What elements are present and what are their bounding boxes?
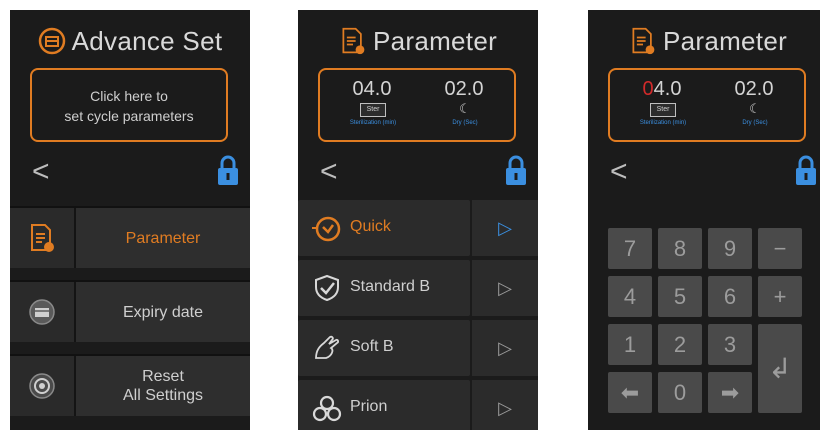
- cycle-arrow-standard-b[interactable]: ▷: [472, 260, 538, 316]
- screen-header: Parameter: [588, 10, 820, 72]
- dry-label: Dry (Sec): [742, 120, 768, 126]
- key-enter[interactable]: ↲: [758, 324, 802, 413]
- editing-digit: 0: [642, 78, 654, 100]
- reset-label-line-2: All Settings: [122, 387, 204, 404]
- key-3[interactable]: 3: [708, 324, 752, 365]
- cycle-label: Soft B: [350, 338, 394, 355]
- cycle-row-standard-b[interactable]: Standard B ▷: [298, 260, 538, 318]
- key-4[interactable]: 4: [608, 276, 652, 317]
- page-title: Parameter: [662, 25, 788, 56]
- sterilization-label: Sterilization (min): [639, 120, 687, 126]
- cycle-button-standard-b[interactable]: Standard B: [298, 260, 470, 316]
- sterilization-value[interactable]: 04.0: [332, 78, 412, 101]
- cycle-row-soft-b[interactable]: Soft B ▷: [298, 320, 538, 378]
- parameter-keypad-screen: Parameter 04.0 02.0 Ster ☾ Sterilization…: [588, 10, 820, 430]
- menu-label: Parameter: [76, 208, 250, 268]
- quick-icon: [312, 216, 341, 242]
- menu-icon-cell: [10, 208, 76, 268]
- sterilization-label: Sterilization (min): [349, 120, 397, 126]
- reset-label-line-1: Reset: [142, 368, 184, 385]
- menu-icon-cell: [10, 356, 76, 416]
- key-right-arrow[interactable]: ➡: [708, 372, 752, 413]
- key-minus[interactable]: −: [758, 228, 802, 269]
- key-2[interactable]: 2: [658, 324, 702, 365]
- dry-label: Dry (Sec): [452, 120, 478, 126]
- cycle-label: Quick: [350, 218, 391, 235]
- menu-item-parameter[interactable]: Parameter: [10, 206, 250, 268]
- screen-header: Parameter: [298, 10, 538, 72]
- cycle-row-quick[interactable]: Quick ▷: [298, 200, 538, 258]
- value-rest: 4.0: [653, 78, 682, 100]
- screen-header: Advance Set: [10, 10, 250, 72]
- parameter-screen: Parameter 04.0 02.0 Ster ☾ Sterilization…: [298, 10, 538, 430]
- advance-set-screen: Advance Set Click here to set cycle para…: [10, 10, 250, 430]
- cycle-parameters-button[interactable]: Click here to set cycle parameters: [30, 68, 228, 142]
- cycle-arrow-prion[interactable]: ▷: [472, 380, 538, 430]
- advance-settings-icon: [38, 27, 65, 55]
- cycle-label: Standard B: [350, 278, 431, 295]
- shield-check-icon: [315, 274, 339, 302]
- cycle-button-soft-b[interactable]: Soft B: [298, 320, 470, 376]
- cycle-button-quick[interactable]: Quick: [298, 200, 470, 256]
- nav-row: <: [298, 148, 538, 198]
- key-plus[interactable]: +: [758, 276, 802, 317]
- lock-icon[interactable]: [216, 154, 240, 186]
- info-text: Click here to set cycle parameters: [32, 86, 226, 126]
- key-9[interactable]: 9: [708, 228, 752, 269]
- key-0[interactable]: 0: [658, 372, 702, 413]
- nav-row: <: [10, 148, 250, 198]
- cycle-label: Prion: [350, 398, 388, 415]
- key-left-arrow[interactable]: ⬅: [608, 372, 652, 413]
- dry-value[interactable]: 02.0: [424, 78, 504, 101]
- back-button[interactable]: <: [320, 154, 338, 190]
- nav-row: <: [588, 148, 820, 198]
- key-8[interactable]: 8: [658, 228, 702, 269]
- sterilization-badge: Ster: [650, 103, 676, 117]
- page-title: Parameter: [372, 25, 498, 56]
- info-line-2: set cycle parameters: [64, 108, 194, 124]
- lock-icon[interactable]: [504, 154, 528, 186]
- sterilization-value[interactable]: 04.0: [622, 78, 702, 101]
- prion-icon: [312, 395, 342, 422]
- cycle-row-prion[interactable]: Prion ▷: [298, 380, 538, 430]
- info-line-1: Click here to: [90, 88, 168, 104]
- moon-icon: ☾: [459, 101, 471, 116]
- expiry-icon: [29, 299, 55, 325]
- menu-item-reset[interactable]: Reset All Settings: [10, 354, 250, 416]
- moon-icon: ☾: [749, 101, 761, 116]
- back-button[interactable]: <: [610, 154, 628, 190]
- parameter-icon: [342, 27, 365, 55]
- key-5[interactable]: 5: [658, 276, 702, 317]
- back-button[interactable]: <: [32, 154, 50, 190]
- lock-icon[interactable]: [794, 154, 818, 186]
- menu-label: Reset All Settings: [76, 356, 250, 416]
- glove-icon: [315, 335, 339, 359]
- key-6[interactable]: 6: [708, 276, 752, 317]
- parameter-icon: [31, 224, 54, 252]
- sterilization-badge: Ster: [360, 103, 386, 117]
- key-1[interactable]: 1: [608, 324, 652, 365]
- cycle-button-prion[interactable]: Prion: [298, 380, 470, 430]
- dry-value[interactable]: 02.0: [714, 78, 794, 101]
- menu-icon-cell: [10, 282, 76, 342]
- parameter-display[interactable]: 04.0 02.0 Ster ☾ Sterilization (min) Dry…: [318, 68, 516, 142]
- key-7[interactable]: 7: [608, 228, 652, 269]
- reset-icon: [29, 373, 55, 399]
- menu-item-expiry-date[interactable]: Expiry date: [10, 280, 250, 342]
- parameter-icon: [632, 27, 655, 55]
- parameter-display[interactable]: 04.0 02.0 Ster ☾ Sterilization (min) Dry…: [608, 68, 806, 142]
- cycle-arrow-quick[interactable]: ▷: [472, 200, 538, 256]
- cycle-arrow-soft-b[interactable]: ▷: [472, 320, 538, 376]
- numeric-keypad: 7 8 9 − 4 5 6 + 1 2 3 ↲ ⬅ 0 ➡: [608, 228, 810, 424]
- page-title: Advance Set: [71, 25, 223, 56]
- menu-label: Expiry date: [76, 282, 250, 342]
